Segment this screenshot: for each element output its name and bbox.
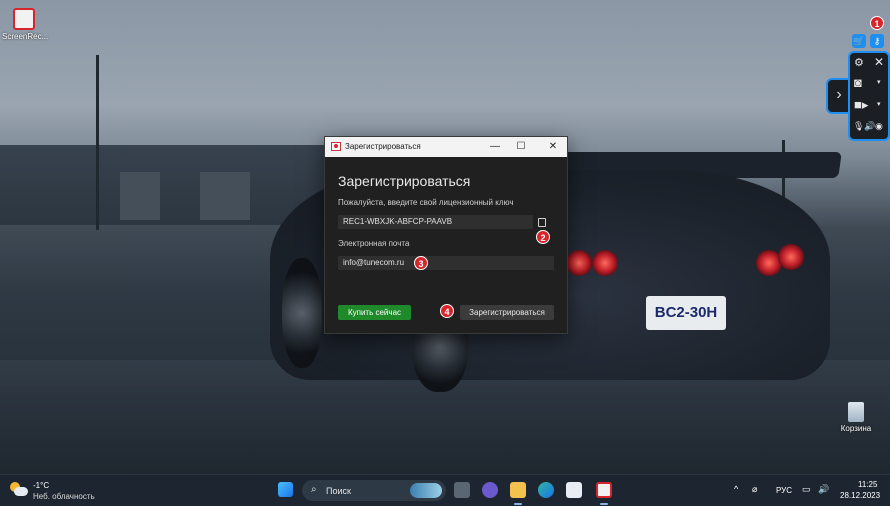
maximize-icon[interactable]: ☐: [513, 139, 529, 155]
microsoft-store-icon[interactable]: [566, 482, 582, 498]
desktop-icon-label: Корзина: [840, 424, 872, 433]
wallpaper-taillight: [778, 244, 804, 270]
recorder-collapse-tab[interactable]: ›: [826, 78, 850, 114]
step-badge-1: 1: [870, 16, 884, 30]
license-key-label: Пожалуйста, введите свой лицензионный кл…: [338, 198, 514, 207]
weather-description[interactable]: Неб. облачность: [33, 492, 95, 501]
screenrec-taskbar-icon[interactable]: [596, 482, 612, 498]
recycle-bin-icon: [848, 402, 864, 422]
network-icon[interactable]: ▭: [802, 484, 811, 495]
clipboard-icon[interactable]: [538, 218, 546, 227]
wallpaper-taillight: [566, 250, 592, 276]
wallpaper-taillight: [592, 250, 618, 276]
chevron-down-icon[interactable]: ▾: [877, 78, 881, 86]
screenrec-app-icon: [13, 8, 35, 30]
wallpaper-building-door: [120, 172, 160, 220]
gear-icon[interactable]: ⚙: [854, 56, 864, 69]
app-icon: [331, 142, 341, 151]
window-title: Зарегистрироваться: [345, 142, 421, 151]
wallpaper-light-pole: [96, 55, 99, 230]
search-highlight-image: [410, 483, 442, 498]
taskbar: -1°C Неб. облачность ⌕ Поиск ^ ⌀ РУС ▭ 🔊…: [0, 474, 890, 506]
weather-cloud-icon[interactable]: [10, 482, 28, 498]
desktop-icon-label: ScreenRec...: [2, 32, 49, 41]
email-field[interactable]: info@tunecom.ru: [338, 256, 554, 270]
license-key-field[interactable]: REC1-WBXJK-ABFCP-PAAVB: [338, 215, 533, 229]
taskbar-search[interactable]: ⌕ Поиск: [302, 480, 446, 501]
close-icon[interactable]: ✕: [545, 139, 561, 155]
video-camera-icon[interactable]: ■▸: [854, 97, 868, 113]
step-badge-2: 2: [536, 230, 550, 244]
teams-chat-icon[interactable]: [482, 482, 498, 498]
search-icon: ⌕: [311, 484, 317, 495]
chevron-up-icon[interactable]: ^: [734, 484, 738, 494]
minimize-icon[interactable]: —: [487, 139, 503, 155]
step-badge-4: 4: [440, 304, 454, 318]
wallpaper-car-wheel: [282, 258, 322, 368]
dialog-titlebar[interactable]: Зарегистрироваться — ☐ ✕: [325, 137, 567, 157]
desktop-icon-recycle-bin[interactable]: Корзина: [836, 402, 876, 433]
language-indicator[interactable]: РУС: [776, 486, 792, 495]
chevron-down-icon[interactable]: ▾: [877, 100, 881, 108]
wallpaper-license-plate: BC2-30H: [646, 296, 726, 330]
camera-icon[interactable]: ◙: [854, 75, 862, 90]
start-windows-icon[interactable]: [278, 482, 293, 497]
webcam-icon[interactable]: ◉: [875, 121, 883, 132]
weather-temperature[interactable]: -1°C: [33, 481, 49, 490]
register-button[interactable]: Зарегистрироваться: [460, 305, 554, 320]
key-icon[interactable]: ⚷: [870, 34, 884, 48]
speaker-icon[interactable]: 🔊: [864, 121, 875, 132]
cart-icon[interactable]: 🛒: [852, 34, 866, 48]
network-off-icon[interactable]: ⌀: [752, 484, 757, 495]
desktop-icon-screenrec[interactable]: ScreenRec...: [2, 8, 49, 41]
email-label: Электронная почта: [338, 239, 410, 248]
clock-time[interactable]: 11:25: [858, 480, 877, 489]
recorder-mini-toolbar: 🛒 ⚷: [852, 34, 884, 48]
edge-browser-icon[interactable]: [538, 482, 554, 498]
task-view-icon[interactable]: [454, 482, 470, 498]
step-badge-3: 3: [414, 256, 428, 270]
close-icon[interactable]: ✕: [874, 55, 884, 69]
volume-icon[interactable]: 🔊: [818, 484, 829, 495]
clock-date[interactable]: 28.12.2023: [840, 491, 880, 500]
search-placeholder: Поиск: [326, 486, 351, 496]
buy-now-button[interactable]: Купить сейчас: [338, 305, 411, 320]
dialog-heading: Зарегистрироваться: [338, 173, 471, 189]
recorder-panel: ⚙ ✕ ◙ ▾ ■▸ ▾ 🎙 🔊 ◉: [848, 51, 890, 141]
file-explorer-icon[interactable]: [510, 482, 526, 498]
microphone-icon[interactable]: 🎙: [853, 121, 864, 132]
wallpaper-building-door: [200, 172, 250, 220]
